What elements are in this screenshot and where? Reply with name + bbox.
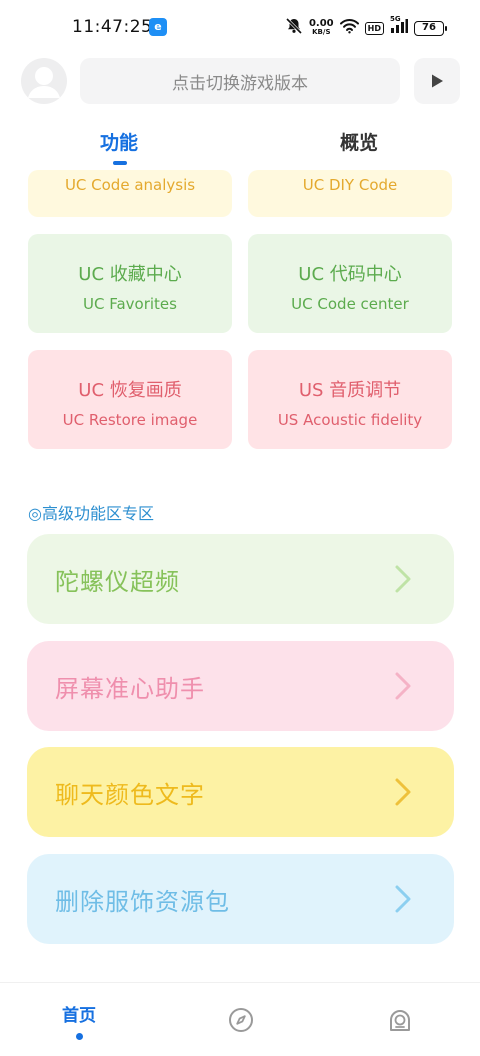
play-button[interactable]	[414, 58, 460, 104]
compass-icon[interactable]	[228, 1007, 254, 1037]
card-subtitle: UC DIY Code	[302, 176, 398, 194]
battery-indicator: 76	[414, 20, 447, 36]
chevron-right-icon	[395, 565, 411, 593]
feature-label: 屏幕准心助手	[55, 674, 205, 703]
delete-outfit-resources-button[interactable]: 删除服饰资源包	[27, 854, 454, 944]
game-version-selector[interactable]: 点击切换游戏版本	[80, 58, 400, 104]
tab-functions[interactable]: 功能	[100, 128, 138, 155]
card-uc-favorites[interactable]: UC 收藏中心 UC Favorites	[28, 234, 232, 333]
advanced-section-label: ◎高级功能区专区	[28, 504, 154, 523]
card-subtitle: UC Restore image	[62, 411, 198, 429]
chevron-right-icon	[395, 672, 411, 700]
card-subtitle: UC Code center	[291, 295, 409, 313]
nav-home[interactable]: 首页	[62, 1001, 96, 1026]
chat-color-text-button[interactable]: 聊天颜色文字	[27, 747, 454, 837]
avatar-person-icon	[28, 67, 60, 98]
status-icons: 0.00 KB/S HD 5G 76	[285, 15, 447, 39]
card-title: UC 代码中心	[298, 264, 402, 285]
play-icon	[432, 74, 443, 88]
feature-label: 陀螺仪超频	[55, 567, 180, 596]
profile-icon[interactable]	[387, 1007, 413, 1037]
user-avatar[interactable]	[21, 58, 67, 104]
signal-label: 5G	[390, 15, 401, 23]
network-speed-unit: KB/S	[312, 28, 331, 36]
feature-label: 聊天颜色文字	[55, 780, 205, 809]
status-bar: 11:47:25 e 0.00 KB/S HD 5G 76	[0, 0, 480, 54]
chevron-right-icon	[395, 885, 411, 913]
game-version-placeholder: 点击切换游戏版本	[172, 73, 308, 94]
chevron-right-icon	[395, 778, 411, 806]
status-time: 11:47:25	[72, 17, 153, 37]
card-subtitle: US Acoustic fidelity	[277, 411, 423, 429]
gyroscope-overclock-button[interactable]: 陀螺仪超频	[27, 534, 454, 624]
card-subtitle: UC Favorites	[83, 295, 177, 313]
card-title: UC 收藏中心	[78, 264, 182, 285]
card-uc-code-analysis[interactable]: UC Code analysis	[28, 170, 232, 217]
card-title: US 音质调节	[298, 380, 402, 401]
bottom-navigation: 首页	[0, 982, 480, 1056]
feature-label: 删除服饰资源包	[55, 887, 230, 916]
card-uc-diy-code[interactable]: UC DIY Code	[248, 170, 452, 217]
app-notification-icon: e	[149, 18, 167, 36]
crosshair-assistant-button[interactable]: 屏幕准心助手	[27, 641, 454, 731]
card-subtitle: UC Code analysis	[64, 176, 196, 194]
network-speed: 0.00 KB/S	[309, 19, 334, 37]
network-speed-value: 0.00	[308, 18, 334, 29]
card-uc-code-center[interactable]: UC 代码中心 UC Code center	[248, 234, 452, 333]
active-tab-indicator	[113, 161, 127, 165]
tab-overview[interactable]: 概览	[340, 128, 378, 155]
card-uc-restore-image[interactable]: UC 恢复画质 UC Restore image	[28, 350, 232, 449]
mute-bell-icon	[285, 17, 303, 39]
signal-icon: 5G	[390, 15, 408, 38]
nav-active-dot	[76, 1033, 83, 1040]
wifi-icon	[339, 18, 359, 38]
hd-badge: HD	[364, 21, 384, 35]
card-us-acoustic-fidelity[interactable]: US 音质调节 US Acoustic fidelity	[248, 350, 452, 449]
card-title: UC 恢复画质	[78, 380, 182, 401]
